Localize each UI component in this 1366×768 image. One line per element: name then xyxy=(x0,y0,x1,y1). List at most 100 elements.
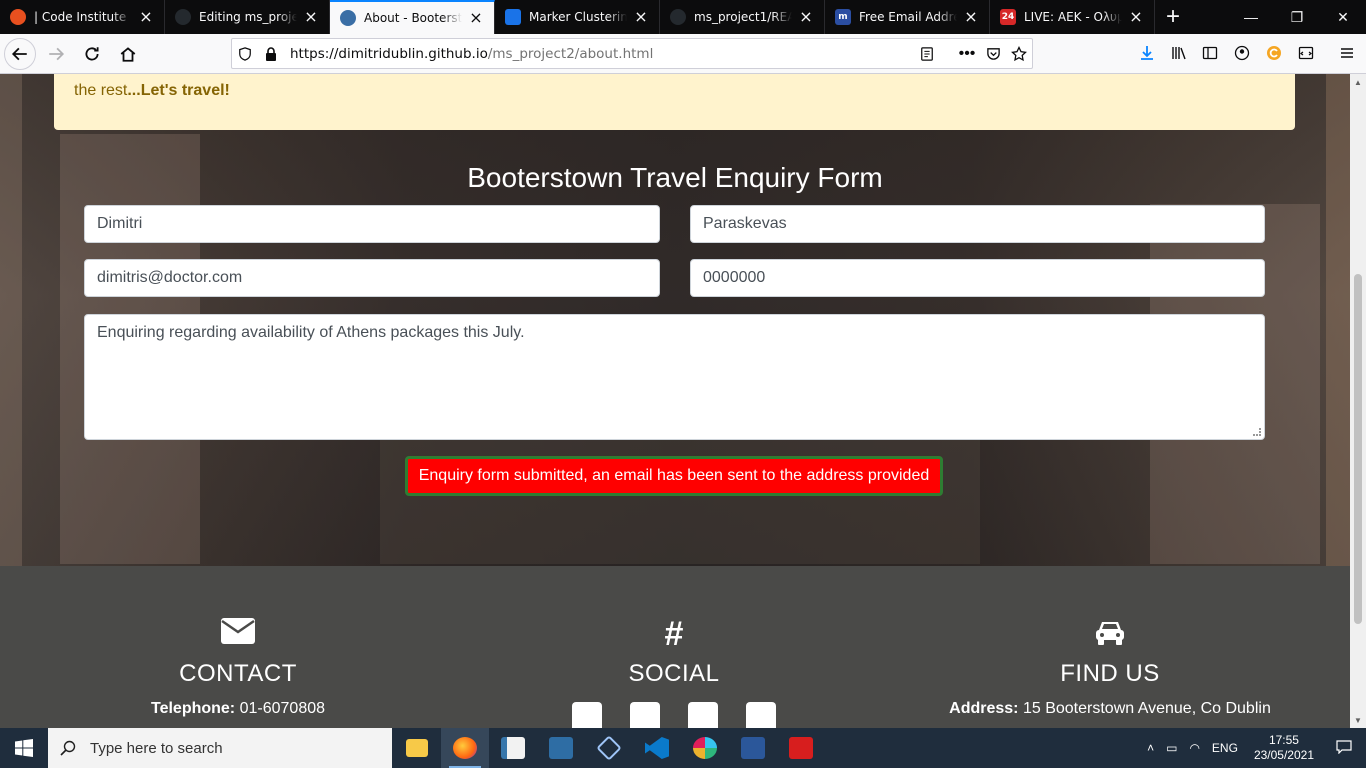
tab-title: Editing ms_project2 xyxy=(199,10,297,24)
reload-icon[interactable] xyxy=(76,38,108,70)
language-indicator[interactable]: ENG xyxy=(1206,741,1244,755)
back-arrow-icon[interactable] xyxy=(4,37,36,70)
slack-icon[interactable] xyxy=(681,728,729,768)
address-value: 15 Booterstown Avenue, Co Dublin xyxy=(1022,700,1271,717)
scrollbar-thumb[interactable] xyxy=(1354,274,1362,624)
lock-icon[interactable] xyxy=(258,40,284,68)
address-label: Address: xyxy=(949,700,1019,717)
intro-text-prefix: the rest xyxy=(74,82,128,99)
windows-start-icon[interactable] xyxy=(0,728,48,768)
restore-window-icon[interactable]: ❐ xyxy=(1274,0,1320,34)
tab-title: ms_project1/README xyxy=(694,10,792,24)
facebook-icon[interactable] xyxy=(572,702,602,728)
youtube-icon[interactable] xyxy=(688,702,718,728)
phone-input[interactable]: 0000000 xyxy=(690,259,1265,297)
tab-title: LIVE: AEK - Ολυμπιακ xyxy=(1024,10,1122,24)
home-icon[interactable] xyxy=(112,38,144,70)
tab-free-email-addresses[interactable]: m Free Email Addresses × xyxy=(825,0,990,34)
scroll-up-arrow-icon[interactable]: ▲ xyxy=(1350,74,1366,90)
chevron-up-icon[interactable]: ˄ xyxy=(1141,741,1160,755)
footer-social-column: # SOCIAL xyxy=(464,566,884,728)
navigation-toolbar: https://dimitridublin.github.io/ms_proje… xyxy=(0,34,1366,74)
account-icon[interactable] xyxy=(1231,42,1253,64)
close-tab-icon[interactable]: × xyxy=(1128,9,1144,25)
page-actions-ellipsis-icon[interactable]: ••• xyxy=(954,40,980,68)
mysql-workbench-icon[interactable] xyxy=(537,728,585,768)
twitter-icon[interactable] xyxy=(630,702,660,728)
new-tab-plus-icon[interactable]: + xyxy=(1155,0,1191,34)
car-icon xyxy=(900,618,1320,650)
page-scrollbar[interactable]: ▲ ▼ xyxy=(1350,74,1366,728)
grammarly-extension-icon[interactable] xyxy=(1263,42,1285,64)
github-favicon-icon xyxy=(175,9,191,25)
resize-grip-icon[interactable] xyxy=(1253,428,1261,436)
tab-marker-clustering[interactable]: Marker Clustering × xyxy=(495,0,660,34)
close-tab-icon[interactable]: × xyxy=(138,9,154,25)
email-input[interactable]: dimitris@doctor.com xyxy=(84,259,660,297)
taskbar-search-box[interactable]: Type here to search xyxy=(48,728,392,768)
url-host: https://dimitridublin.github.io xyxy=(290,45,488,62)
tab-live-aek[interactable]: 24 LIVE: AEK - Ολυμπιακ × xyxy=(990,0,1155,34)
first-name-input[interactable]: Dimitri xyxy=(84,205,660,243)
google-dev-favicon-icon xyxy=(505,9,521,25)
vscode-icon[interactable] xyxy=(633,728,681,768)
minimize-window-icon[interactable]: — xyxy=(1228,0,1274,34)
contact-heading: CONTACT xyxy=(179,660,297,687)
close-window-icon[interactable]: ✕ xyxy=(1320,0,1366,34)
url-text: https://dimitridublin.github.io/ms_proje… xyxy=(290,46,914,62)
tab-bar: | Code Institute × Editing ms_project2 ×… xyxy=(0,0,1366,34)
code-institute-favicon-icon xyxy=(10,9,26,25)
right-border xyxy=(1326,74,1350,566)
last-name-input[interactable]: Paraskevas xyxy=(690,205,1265,243)
tab-title: Marker Clustering xyxy=(529,10,627,24)
tracking-shield-icon[interactable] xyxy=(232,40,258,68)
address-line: Address: 15 Booterstown Avenue, Co Dubli… xyxy=(900,700,1320,718)
footer-find-us-column: FIND US Address: 15 Booterstown Avenue, … xyxy=(900,566,1320,718)
globe-favicon-icon xyxy=(340,10,356,26)
reader-view-icon[interactable] xyxy=(914,40,940,68)
close-tab-icon[interactable]: × xyxy=(963,9,979,25)
virtualbox-icon[interactable] xyxy=(585,728,633,768)
tab-editing-ms-project2[interactable]: Editing ms_project2 × xyxy=(165,0,330,34)
close-tab-icon[interactable]: × xyxy=(468,10,484,26)
social-links xyxy=(464,702,884,728)
close-tab-icon[interactable]: × xyxy=(303,9,319,25)
pocket-icon[interactable] xyxy=(980,40,1006,68)
url-bar[interactable]: https://dimitridublin.github.io/ms_proje… xyxy=(231,38,1033,69)
forward-arrow-icon[interactable] xyxy=(40,38,72,70)
bookmark-star-icon[interactable] xyxy=(1006,40,1032,68)
find-us-heading: FIND US xyxy=(1060,660,1160,687)
telephone-line: Telephone: 01-6070808 xyxy=(28,700,448,718)
acrobat-icon[interactable] xyxy=(777,728,825,768)
wifi-icon[interactable]: ◠ xyxy=(1183,741,1205,755)
instagram-icon[interactable] xyxy=(746,702,776,728)
tab-about-booterstown[interactable]: About - Booterstown × xyxy=(330,0,495,34)
close-tab-icon[interactable]: × xyxy=(798,9,814,25)
hashtag-icon: # xyxy=(664,615,684,653)
battery-icon[interactable]: ▭ xyxy=(1160,741,1183,755)
file-explorer-icon[interactable] xyxy=(393,728,441,768)
devtools-extension-icon[interactable] xyxy=(1295,42,1317,64)
python-idle-icon[interactable] xyxy=(489,728,537,768)
hamburger-menu-icon[interactable] xyxy=(1336,42,1358,64)
clock[interactable]: 17:55 23/05/2021 xyxy=(1244,733,1324,763)
word-icon[interactable] xyxy=(729,728,777,768)
search-icon xyxy=(60,740,76,756)
footer: CONTACT Telephone: 01-6070808 # SOCIAL F… xyxy=(0,566,1350,728)
left-border xyxy=(0,74,22,566)
close-tab-icon[interactable]: × xyxy=(633,9,649,25)
intro-text: the rest...Let's travel! xyxy=(74,82,230,100)
library-icon[interactable] xyxy=(1168,42,1190,64)
form-title: Booterstown Travel Enquiry Form xyxy=(467,162,883,193)
notification-center-icon[interactable] xyxy=(1324,739,1366,757)
firefox-icon[interactable] xyxy=(441,728,489,768)
submit-status-button[interactable]: Enquiry form submitted, an email has bee… xyxy=(405,456,943,496)
message-textarea[interactable]: Enquiring regarding availability of Athe… xyxy=(84,314,1265,440)
tab-title: About - Booterstown xyxy=(364,11,462,25)
tab-code-institute[interactable]: | Code Institute × xyxy=(0,0,165,34)
scroll-down-arrow-icon[interactable]: ▼ xyxy=(1350,712,1366,728)
sidebar-icon[interactable] xyxy=(1199,42,1221,64)
envelope-icon xyxy=(28,618,448,650)
downloads-icon[interactable] xyxy=(1136,42,1158,64)
tab-ms-project1-readme[interactable]: ms_project1/README × xyxy=(660,0,825,34)
